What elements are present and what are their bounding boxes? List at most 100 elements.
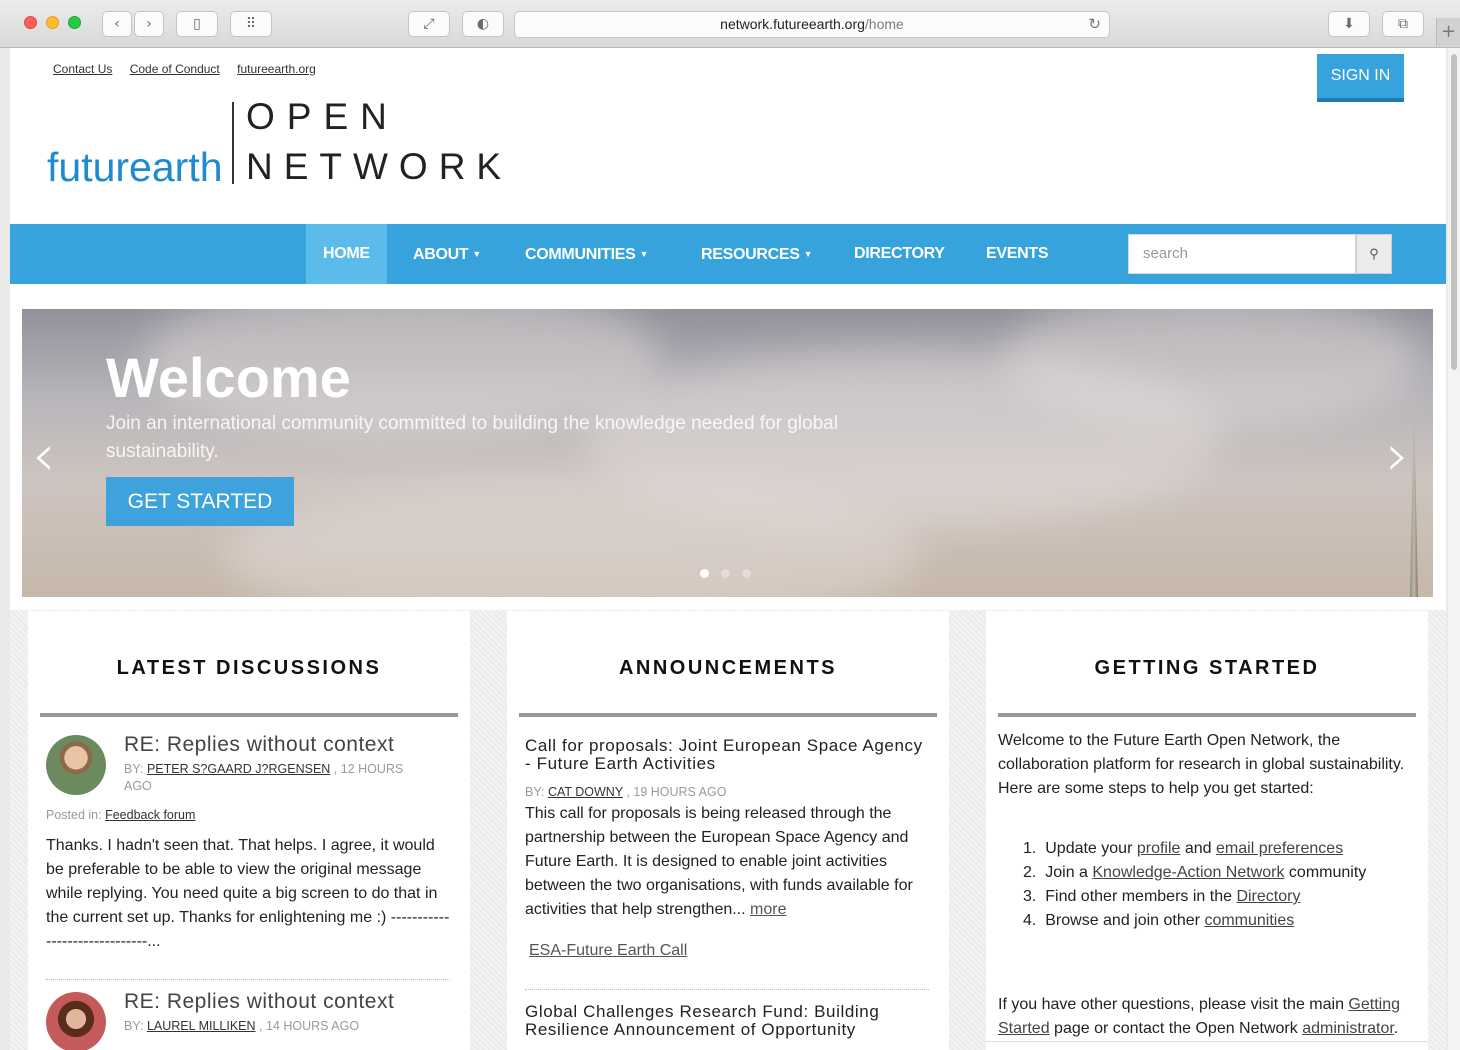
code-of-conduct-link[interactable]: Code of Conduct bbox=[130, 62, 220, 76]
step-number: 1. bbox=[1023, 840, 1037, 857]
carousel-prev-icon[interactable]: ‹ bbox=[32, 421, 55, 489]
carousel-dot[interactable] bbox=[742, 569, 751, 578]
discussion-meta: BY: LAUREL MILLIKEN , 14 HOURS AGO bbox=[124, 1018, 424, 1035]
chevron-left-icon: ‹ bbox=[114, 16, 120, 32]
announcement-title[interactable]: Call for proposals: Joint European Space… bbox=[525, 737, 925, 773]
step-number: 4. bbox=[1023, 912, 1037, 929]
zoom-window-button[interactable] bbox=[68, 16, 81, 29]
nav-resources-label: RESOURCES bbox=[701, 246, 800, 263]
caret-down-icon: ▼ bbox=[803, 249, 813, 259]
contact-us-link[interactable]: Contact Us bbox=[53, 62, 112, 76]
url-path: /home bbox=[864, 16, 904, 32]
tabs-overview-button[interactable]: ⧉ bbox=[1382, 11, 1424, 37]
more-link[interactable]: more bbox=[750, 901, 786, 918]
tabs-icon: ⧉ bbox=[1398, 16, 1408, 32]
directory-link[interactable]: Directory bbox=[1236, 888, 1300, 905]
top-links: Contact Us Code of Conduct futureearth.o… bbox=[53, 62, 330, 76]
nav-communities-label: COMMUNITIES bbox=[525, 246, 636, 263]
chevron-right-icon: › bbox=[146, 16, 152, 32]
announcement-title[interactable]: Global Challenges Research Fund: Buildin… bbox=[525, 1003, 925, 1039]
list-item: 2. Join a Knowledge-Action Network commu… bbox=[1023, 861, 1423, 885]
discussion-title[interactable]: RE: Replies without context bbox=[124, 733, 394, 757]
new-tab-button[interactable]: + bbox=[1436, 18, 1460, 46]
profile-link[interactable]: profile bbox=[1137, 840, 1181, 857]
by-prefix: BY: bbox=[525, 785, 548, 799]
forum-link[interactable]: Feedback forum bbox=[105, 808, 195, 822]
avatar[interactable] bbox=[46, 735, 106, 795]
nav-home[interactable]: HOME bbox=[306, 224, 387, 284]
reload-icon[interactable]: ↻ bbox=[1088, 12, 1101, 37]
getting-started-steps: 1. Update your profile and email prefere… bbox=[1023, 837, 1423, 933]
search-input[interactable]: search bbox=[1128, 234, 1356, 274]
discussion-title[interactable]: RE: Replies without context bbox=[124, 990, 394, 1014]
nav-communities[interactable]: COMMUNITIES ▼ bbox=[525, 224, 648, 284]
author-link[interactable]: LAUREL MILLIKEN bbox=[147, 1019, 256, 1033]
get-started-button[interactable]: GET STARTED bbox=[106, 477, 294, 526]
downloads-button[interactable]: ⬇ bbox=[1328, 11, 1370, 37]
sidebar-button[interactable]: ▯ bbox=[176, 11, 218, 37]
nav-events[interactable]: EVENTS bbox=[986, 224, 1049, 284]
privacy-button[interactable]: ◐ bbox=[462, 11, 504, 37]
divider bbox=[986, 1041, 1428, 1042]
communities-link[interactable]: communities bbox=[1204, 912, 1294, 929]
getting-started-heading: GETTING STARTED bbox=[1094, 657, 1320, 679]
step-number: 3. bbox=[1023, 888, 1037, 905]
close-window-button[interactable] bbox=[24, 16, 37, 29]
latest-discussions-heading: LATEST DISCUSSIONS bbox=[116, 657, 382, 679]
step-text: and bbox=[1180, 840, 1217, 857]
getting-started-footer: If you have other questions, please visi… bbox=[998, 993, 1416, 1041]
step-text: Browse and join other bbox=[1045, 912, 1205, 929]
fullscreen-button[interactable]: ⤢ bbox=[408, 11, 450, 37]
heading-rule bbox=[998, 713, 1416, 717]
search-button[interactable]: ⚲ bbox=[1356, 234, 1392, 274]
carousel-next-icon[interactable]: › bbox=[1386, 421, 1409, 489]
administrator-link[interactable]: administrator bbox=[1302, 1020, 1394, 1037]
futureearth-link[interactable]: futureearth.org bbox=[237, 62, 316, 76]
address-bar[interactable]: network.futureearth.org/home ↻ bbox=[514, 11, 1110, 38]
logo-open-text: OPEN bbox=[246, 96, 399, 137]
heading-rule bbox=[519, 713, 937, 717]
top-sites-button[interactable]: ⠿ bbox=[230, 11, 272, 37]
esa-call-link[interactable]: ESA-Future Earth Call bbox=[529, 942, 687, 960]
browser-toolbar: ‹ › ▯ ⠿ ⤢ ◐ network.futureearth.org/home… bbox=[0, 0, 1460, 48]
list-item: 4. Browse and join other communities bbox=[1023, 909, 1423, 933]
avatar[interactable] bbox=[46, 992, 106, 1050]
divider bbox=[525, 989, 929, 990]
expand-arrows-icon: ⤢ bbox=[423, 16, 435, 32]
minimize-window-button[interactable] bbox=[46, 16, 59, 29]
nav-directory[interactable]: DIRECTORY bbox=[854, 224, 945, 284]
divider bbox=[46, 979, 450, 980]
posted-prefix: Posted in: bbox=[46, 808, 106, 822]
step-text: Join a bbox=[1045, 864, 1093, 881]
knowledge-action-network-link[interactable]: Knowledge-Action Network bbox=[1092, 864, 1284, 881]
list-item: 1. Update your profile and email prefere… bbox=[1023, 837, 1423, 861]
footer-text: . bbox=[1393, 1020, 1399, 1037]
church-spire-image bbox=[1410, 405, 1418, 597]
announcements-heading: ANNOUNCEMENTS bbox=[618, 657, 838, 679]
logo-divider bbox=[232, 102, 234, 184]
footer-text: page or contact the Open Network bbox=[1049, 1020, 1303, 1037]
nav-about[interactable]: ABOUT ▼ bbox=[413, 224, 481, 284]
hero-title: Welcome bbox=[106, 346, 351, 409]
scrollbar-thumb[interactable] bbox=[1451, 54, 1457, 370]
getting-started-panel: GETTING STARTED Welcome to the Future Ea… bbox=[986, 611, 1428, 1050]
forward-button[interactable]: › bbox=[134, 11, 164, 37]
discussion-body: Thanks. I hadn't seen that. That helps. … bbox=[46, 837, 450, 950]
email-preferences-link[interactable]: email preferences bbox=[1216, 840, 1343, 857]
author-link[interactable]: PETER S?GAARD J?RGENSEN bbox=[147, 762, 330, 776]
discussion-meta: BY: PETER S?GAARD J?RGENSEN , 12 HOURS A… bbox=[124, 761, 424, 795]
carousel-dot[interactable] bbox=[721, 569, 730, 578]
heading-rule bbox=[40, 713, 458, 717]
nav-resources[interactable]: RESOURCES ▼ bbox=[701, 224, 813, 284]
sign-in-button[interactable]: SIGN IN bbox=[1317, 54, 1404, 102]
announcements-panel: ANNOUNCEMENTS Call for proposals: Joint … bbox=[507, 611, 949, 1050]
list-item: 3. Find other members in the Directory bbox=[1023, 885, 1423, 909]
search-icon: ⚲ bbox=[1369, 246, 1379, 261]
carousel-dot[interactable] bbox=[700, 569, 709, 578]
logo-network-text: NETWORK bbox=[246, 146, 513, 187]
author-link[interactable]: CAT DOWNY bbox=[548, 785, 623, 799]
futureearth-logo-wordmark[interactable]: futurearth bbox=[47, 144, 223, 191]
back-button[interactable]: ‹ bbox=[102, 11, 132, 37]
post-time: , 19 HOURS AGO bbox=[622, 785, 727, 799]
page-scrollbar[interactable] bbox=[1448, 48, 1460, 1050]
